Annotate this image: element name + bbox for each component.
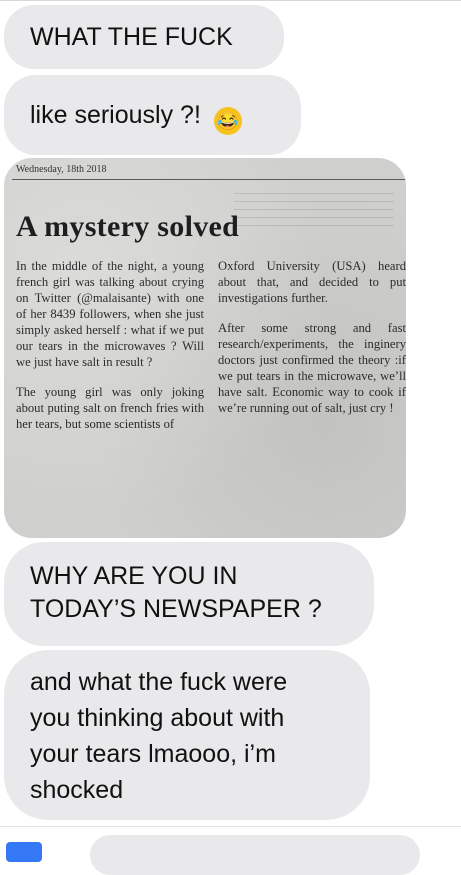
message-bubble[interactable]: and what the fuck were you thinking abou… bbox=[4, 650, 370, 820]
newspaper-top-rule bbox=[12, 179, 406, 180]
newspaper-date: Wednesday, 18th 2018 bbox=[16, 164, 107, 175]
partial-message-bubble[interactable] bbox=[90, 835, 420, 875]
newspaper-column-left: In the middle of the night, a young fren… bbox=[16, 258, 204, 446]
message-bubble[interactable]: like seriously ?! 😂 bbox=[4, 75, 301, 155]
message-bubble[interactable]: WHY ARE YOU IN TODAY’S NEWSPAPER ? bbox=[4, 542, 374, 646]
message-bubble[interactable]: WHAT THE FUCK bbox=[4, 5, 284, 69]
newspaper-paragraph: After some strong and fast research/expe… bbox=[218, 321, 406, 415]
newspaper-paragraph: Oxford University (USA) heard about that… bbox=[218, 259, 406, 305]
message-text: WHAT THE FUCK bbox=[30, 23, 233, 51]
newspaper-bleedthrough-texture bbox=[234, 186, 394, 226]
newspaper-column-right: Oxford University (USA) heard about that… bbox=[218, 258, 406, 430]
message-text-line: WHY ARE YOU IN bbox=[30, 562, 238, 590]
message-text-line: TODAY’S NEWSPAPER ? bbox=[30, 595, 322, 623]
newspaper-paragraph: The young girl was only joking about put… bbox=[16, 385, 204, 431]
laughing-emoji-icon: 😂 bbox=[213, 107, 242, 135]
newspaper-paragraph: In the middle of the night, a young fren… bbox=[16, 259, 204, 369]
top-divider bbox=[0, 0, 461, 1]
newspaper-image-message[interactable]: Wednesday, 18th 2018 A mystery solved In… bbox=[4, 158, 406, 538]
bottom-divider bbox=[0, 826, 461, 827]
message-text-line: your tears lmaooo, i’m bbox=[30, 740, 276, 768]
message-text-line: and what the fuck were bbox=[30, 668, 288, 696]
partial-blue-element[interactable] bbox=[6, 842, 42, 862]
newspaper-headline: A mystery solved bbox=[16, 210, 240, 243]
message-text-line: shocked bbox=[30, 776, 124, 804]
message-text: like seriously ?! bbox=[30, 101, 201, 129]
message-text-line: you thinking about with bbox=[30, 704, 285, 732]
